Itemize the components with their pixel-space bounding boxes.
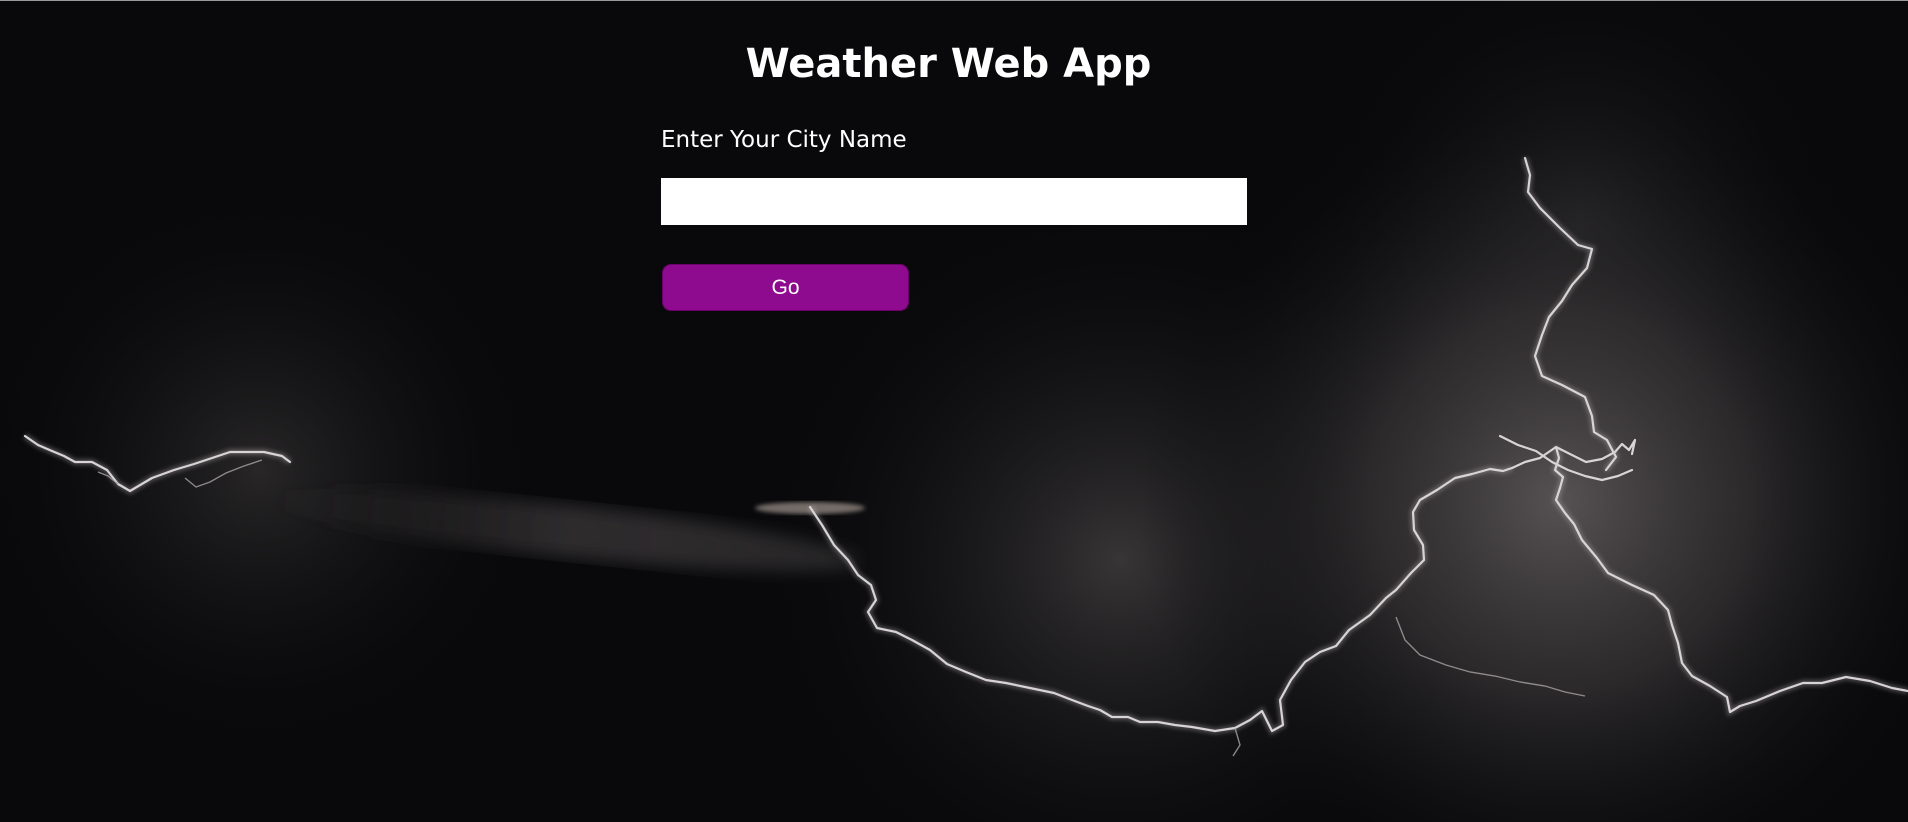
top-border-line: [0, 0, 1908, 1]
city-name-label: Enter Your City Name: [661, 127, 907, 153]
page-title: Weather Web App: [745, 41, 1152, 87]
lightning-background-image: [0, 0, 1908, 822]
go-button[interactable]: Go: [662, 264, 909, 311]
city-name-input[interactable]: [661, 178, 1247, 225]
